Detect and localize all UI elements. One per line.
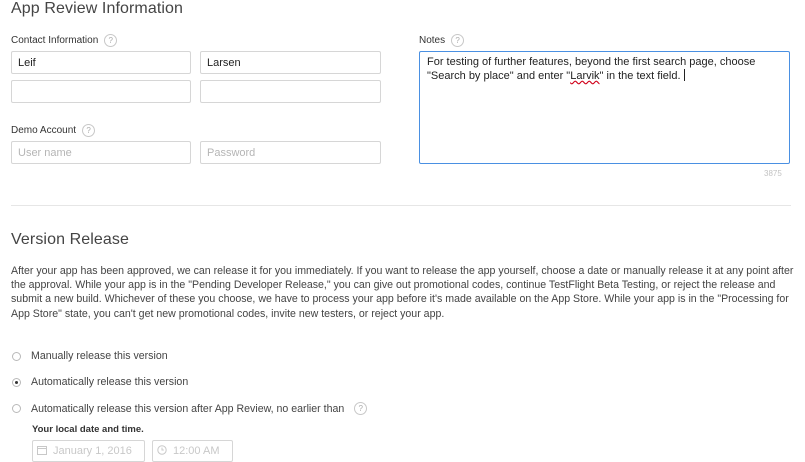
contact-information-text: Contact Information — [11, 35, 99, 46]
release-option-scheduled-label: Automatically release this version after… — [31, 402, 345, 415]
section-divider — [11, 205, 791, 206]
release-option-scheduled[interactable]: Automatically release this version after… — [12, 402, 368, 415]
app-review-title: App Review Information — [11, 0, 184, 17]
notes-textarea[interactable]: For testing of further features, beyond … — [419, 51, 790, 164]
release-time-value: 12:00 AM — [173, 445, 220, 457]
notes-misspelled-word: Larvik — [570, 70, 600, 82]
clock-icon — [157, 444, 167, 458]
scheduled-help-icon[interactable]: ? — [354, 402, 368, 415]
contact-phone-field[interactable] — [11, 80, 191, 103]
contact-information-label: Contact Information ? — [11, 34, 118, 47]
release-option-manual[interactable]: Manually release this version — [12, 350, 168, 362]
notes-text-part2: " in the text field. — [599, 70, 681, 82]
demo-username-field[interactable]: User name — [11, 141, 191, 164]
radio-scheduled[interactable] — [12, 404, 21, 413]
notes-label-text: Notes — [419, 35, 446, 46]
demo-password-field[interactable]: Password — [200, 141, 381, 164]
contact-last-name-field[interactable]: Larsen — [200, 51, 381, 74]
demo-help-icon[interactable]: ? — [82, 124, 96, 137]
contact-first-name-field[interactable]: Leif — [11, 51, 191, 74]
local-date-label: Your local date and time. — [32, 424, 144, 435]
release-option-automatic-label: Automatically release this version — [31, 376, 189, 388]
contact-help-icon[interactable]: ? — [104, 34, 118, 47]
release-time-input[interactable]: 12:00 AM — [152, 440, 233, 462]
release-date-input[interactable]: January 1, 2016 — [32, 440, 145, 462]
release-date-value: January 1, 2016 — [53, 445, 132, 457]
notes-help-icon[interactable]: ? — [451, 34, 465, 47]
radio-manual[interactable] — [12, 351, 21, 361]
version-release-title: Version Release — [11, 231, 130, 248]
radio-automatic[interactable] — [12, 377, 21, 387]
contact-email-field[interactable] — [200, 80, 381, 103]
calendar-icon — [37, 445, 47, 458]
release-option-manual-label: Manually release this version — [31, 350, 168, 362]
release-option-automatic[interactable]: Automatically release this version — [12, 376, 188, 388]
version-release-description: After your app has been approved, we can… — [11, 265, 794, 320]
text-cursor — [683, 69, 685, 81]
demo-account-label: Demo Account ? — [11, 124, 96, 137]
demo-account-text: Demo Account — [11, 125, 77, 136]
notes-character-counter: 3875 — [764, 169, 782, 178]
notes-label: Notes ? — [419, 34, 465, 47]
